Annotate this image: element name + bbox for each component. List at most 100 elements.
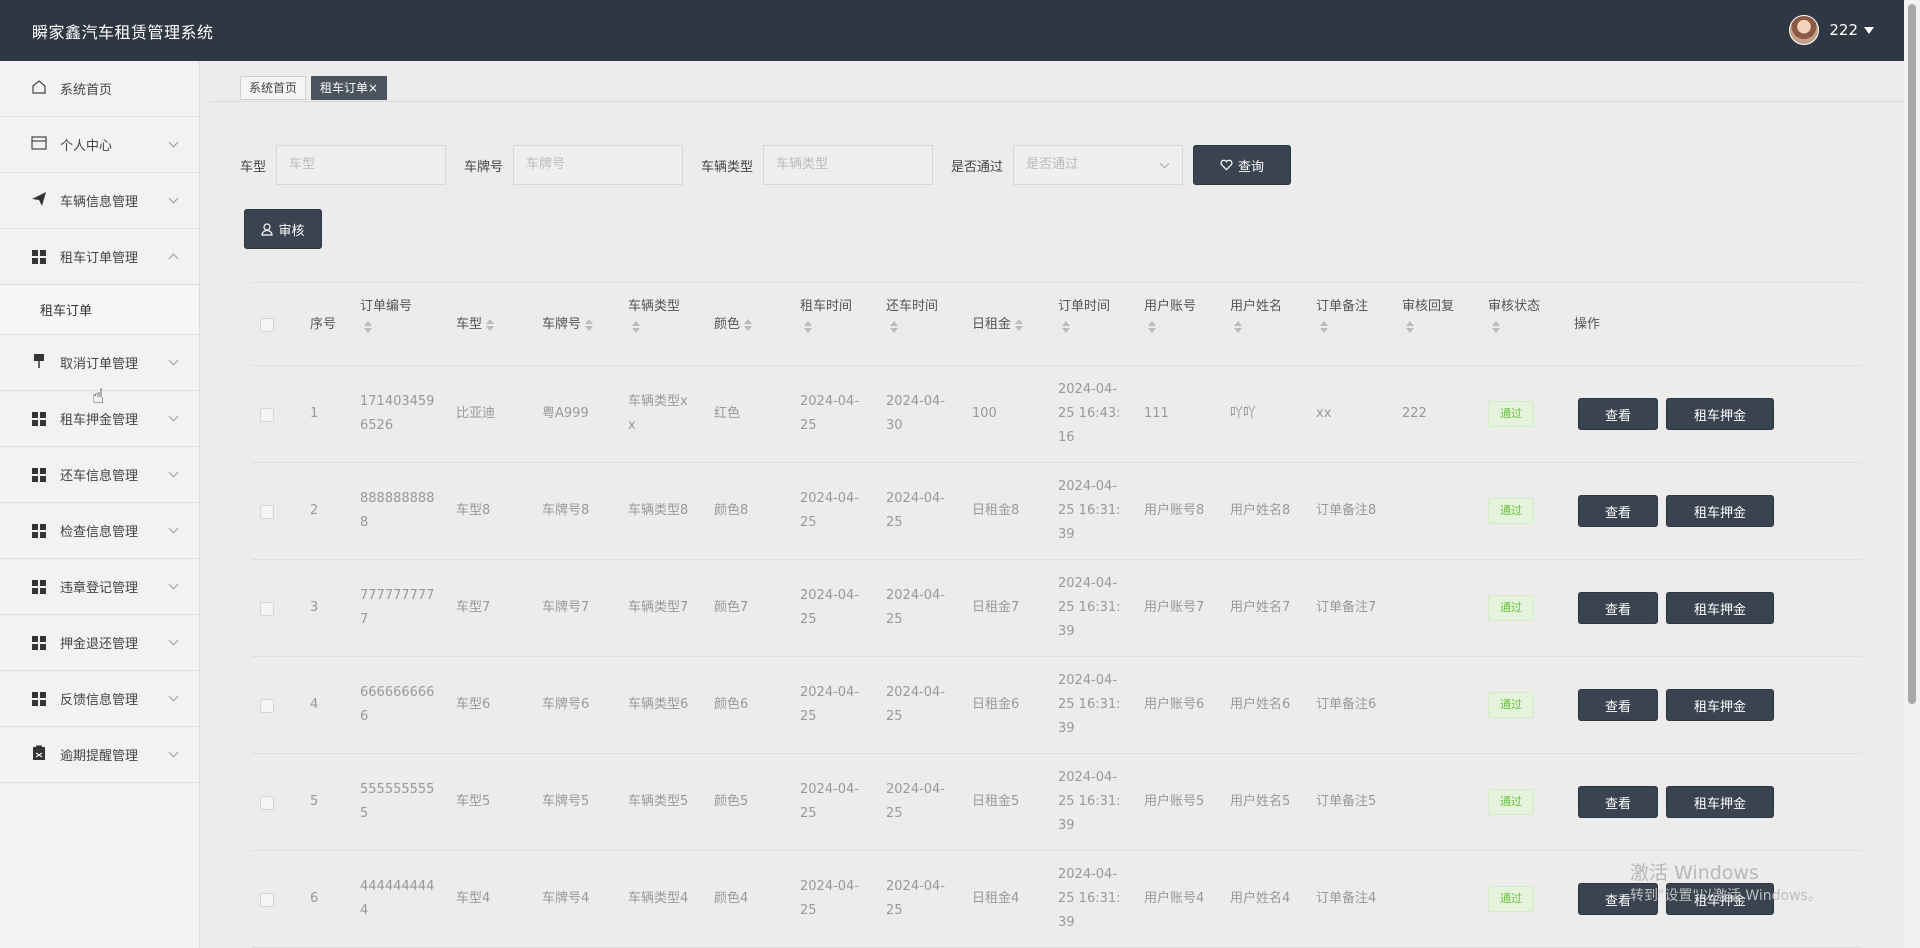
sidebar-item-vehicles[interactable]: 车辆信息管理 [0,173,199,229]
cell-type: 车辆类型6 [628,697,689,712]
sidebar-item-rental-orders[interactable]: 租车订单管理 [0,229,199,285]
deposit-button[interactable]: 租车押金 [1666,495,1774,527]
chevron-down-icon [1159,158,1170,169]
header-audit-status[interactable]: 审核状态 [1488,297,1540,337]
row-checkbox[interactable] [260,699,274,713]
view-button[interactable]: 查看 [1578,495,1658,527]
username[interactable]: 222 [1829,21,1858,39]
cell-type: 车辆类型x x [628,390,688,438]
deposit-button[interactable]: 租车押金 [1666,786,1774,818]
avatar[interactable] [1789,15,1820,45]
header-label: 用户账号 [1144,299,1197,314]
sort-icon[interactable] [364,320,372,333]
row-checkbox[interactable] [260,505,274,519]
plate-input[interactable]: 车牌号 [513,145,684,185]
cell-type: 车辆类型8 [628,503,689,518]
cell-line: 5 [360,806,369,821]
audit-button-label: 审核 [278,223,305,239]
sort-icon[interactable] [890,320,898,333]
view-button[interactable]: 查看 [1578,786,1658,818]
sort-icon[interactable] [1234,320,1242,333]
header-type[interactable]: 车辆类型 [628,297,680,337]
header-return-time[interactable]: 还车时间 [886,297,938,337]
cell-line: 666666666 [360,685,435,700]
sidebar-item-label: 车辆信息管理 [60,195,139,210]
row-checkbox[interactable] [260,408,274,422]
sidebar-item-inspections[interactable]: 检查信息管理 [0,503,199,559]
grid-icon [32,579,46,594]
deposit-button[interactable]: 租车押金 [1666,592,1774,624]
header-order-note[interactable]: 订单备注 [1316,297,1368,337]
header-model[interactable]: 车型 [456,315,495,335]
search-button[interactable]: 查询 [1193,145,1292,185]
sidebar-item-profile[interactable]: 个人中心 [0,117,199,173]
view-button[interactable]: 查看 [1578,689,1658,721]
cell-line: 25 [800,806,817,821]
tab-rental-order[interactable]: 租车订单× [311,76,388,100]
scrollbar-thumb[interactable] [1908,4,1916,704]
header-audit-reply[interactable]: 审核回复 [1402,297,1454,337]
deposit-button[interactable]: 租车押金 [1666,398,1774,430]
search-filters: 车型 车型 车牌号 车牌号 车辆类型 车辆类型 是否通过 是否通过 查询 [240,145,1292,185]
sidebar-item-violations[interactable]: 违章登记管理 [0,559,199,615]
chevron-down-icon [168,411,179,422]
deposit-button[interactable]: 租车押金 [1666,689,1774,721]
header-plate[interactable]: 车牌号 [542,315,594,335]
sort-icon[interactable] [632,320,640,333]
vehicle-type-input[interactable]: 车辆类型 [763,145,934,185]
row-checkbox[interactable] [260,893,274,907]
header-daily-rent[interactable]: 日租金 [972,315,1024,335]
cell-order-note: 订单备注4 [1316,891,1377,906]
sort-icon[interactable] [1015,318,1024,331]
cell-line: 2024-04- [800,879,860,894]
header-user-name[interactable]: 用户姓名 [1230,297,1282,337]
header-label: 订单备注 [1316,299,1369,314]
sidebar-item-label: 违章登记管理 [60,581,139,596]
sidebar-item-feedback[interactable]: 反馈信息管理 [0,671,199,727]
submenu-item-rental-order[interactable]: 租车订单 [0,285,199,335]
cell-order-time: 2024-04- 25 16:31: 39 [1058,475,1121,547]
sidebar-item-deposit-refunds[interactable]: 押金退还管理 [0,615,199,671]
cell-index: 1 [310,406,319,421]
sidebar-item-returns[interactable]: 还车信息管理 [0,447,199,503]
cell-line: 25 16:31: [1058,794,1121,809]
sort-icon[interactable] [744,318,753,331]
status-badge: 通过 [1488,886,1534,912]
sort-icon[interactable] [585,318,594,331]
sidebar-item-cancel-orders[interactable]: 取消订单管理 [0,335,199,391]
status-badge: 通过 [1488,498,1534,524]
view-button[interactable]: 查看 [1578,592,1658,624]
row-checkbox[interactable] [260,796,274,810]
header-order-time[interactable]: 订单时间 [1058,297,1110,337]
tab-home[interactable]: 系统首页 [240,76,307,100]
sort-icon[interactable] [1492,320,1500,333]
cell-daily-rent: 日租金8 [972,503,1020,518]
sort-icon[interactable] [486,318,495,331]
row-checkbox[interactable] [260,602,274,616]
sort-icon[interactable] [804,320,812,333]
header-color[interactable]: 颜色 [714,315,753,335]
page-scrollbar[interactable] [1904,0,1920,948]
car-model-input[interactable]: 车型 [276,145,447,185]
caret-down-icon[interactable] [1864,26,1874,34]
cell-line: 39 [1058,721,1075,736]
cell-user-name: 用户姓名8 [1230,503,1291,518]
audit-button[interactable]: 审核 [244,209,322,249]
sidebar-item-home[interactable]: 系统首页 [0,61,199,117]
sort-icon[interactable] [1062,320,1070,333]
select-all-checkbox[interactable] [260,318,274,332]
cell-return-time: 2024-04- 25 [886,681,945,729]
sort-icon[interactable] [1406,320,1414,333]
cell-model: 车型8 [456,503,491,518]
cell-daily-rent: 日租金5 [972,794,1020,809]
cell-color: 颜色6 [714,697,749,712]
header-user-account[interactable]: 用户账号 [1144,297,1196,337]
approved-select[interactable]: 是否通过 [1013,145,1184,185]
sidebar-item-overdue[interactable]: 逾期提醒管理 [0,727,199,783]
user-menu[interactable]: 222 [1789,15,1874,45]
sort-icon[interactable] [1320,320,1328,333]
sort-icon[interactable] [1148,320,1156,333]
header-rent-time[interactable]: 租车时间 [800,297,852,337]
view-button[interactable]: 查看 [1578,398,1658,430]
header-order-no[interactable]: 订单编号 [360,297,412,337]
